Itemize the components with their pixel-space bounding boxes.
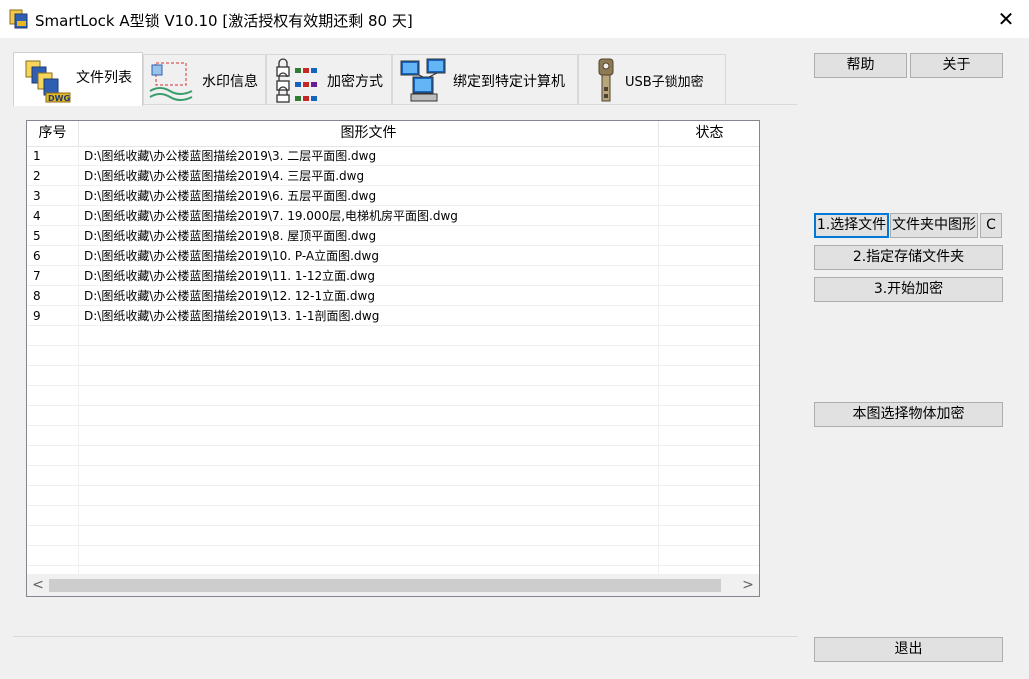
- tab-label: 文件列表: [76, 70, 132, 86]
- empty-row: [27, 486, 759, 506]
- tab-strip: DWG 文件列表 水印信息 加密方式 绑定到特定计算机 USB子锁加密: [13, 52, 798, 106]
- row-index: 8: [33, 289, 41, 303]
- empty-row: [27, 466, 759, 486]
- row-file-path: D:\图纸收藏\办公楼蓝图描绘2019\7. 19.000层,电梯机房平面图.d…: [84, 209, 458, 223]
- set-storage-folder-button[interactable]: 2.指定存储文件夹: [814, 245, 1003, 270]
- row-index: 5: [33, 229, 41, 243]
- close-icon: ✕: [997, 7, 1015, 31]
- computer-icon: [400, 58, 446, 102]
- window-title: SmartLock A型锁 V10.10 [激活授权有效期还剩 80 天]: [35, 12, 413, 30]
- c-button[interactable]: C: [980, 213, 1002, 238]
- row-status: [663, 206, 757, 226]
- empty-row: [27, 386, 759, 406]
- row-status: [663, 166, 757, 186]
- row-status: [663, 306, 757, 326]
- row-status: [663, 186, 757, 206]
- row-status: [663, 246, 757, 266]
- help-button[interactable]: 帮助: [814, 53, 907, 78]
- scroll-right-button[interactable]: >: [737, 574, 759, 596]
- table-body: 1 D:\图纸收藏\办公楼蓝图描绘2019\3. 二层平面图.dwg 2 D:\图纸收…: [27, 146, 759, 566]
- horizontal-scrollbar[interactable]: < >: [27, 574, 759, 596]
- tab-usb-lock[interactable]: USB子锁加密: [578, 54, 726, 104]
- exit-button[interactable]: 退出: [814, 637, 1003, 662]
- row-index: 4: [33, 209, 41, 223]
- table-row[interactable]: 4 D:\图纸收藏\办公楼蓝图描绘2019\7. 19.000层,电梯机房平面图.…: [27, 206, 759, 226]
- folder-graphics-button[interactable]: 文件夹中图形: [890, 213, 978, 238]
- table-row[interactable]: 5 D:\图纸收藏\办公楼蓝图描绘2019\8. 屋顶平面图.dwg: [27, 226, 759, 246]
- about-button[interactable]: 关于: [910, 53, 1003, 78]
- row-file-path: D:\图纸收藏\办公楼蓝图描绘2019\10. P-A立面图.dwg: [84, 249, 379, 263]
- row-status: [663, 266, 757, 286]
- table-row[interactable]: 6 D:\图纸收藏\办公楼蓝图描绘2019\10. P-A立面图.dwg: [27, 246, 759, 266]
- tab-label: 绑定到特定计算机: [453, 74, 565, 90]
- empty-row: [27, 446, 759, 466]
- scroll-left-button[interactable]: <: [27, 574, 49, 596]
- table-row[interactable]: 8 D:\图纸收藏\办公楼蓝图描绘2019\12. 12-1立面.dwg: [27, 286, 759, 306]
- empty-row: [27, 546, 759, 566]
- row-file-path: D:\图纸收藏\办公楼蓝图描绘2019\12. 12-1立面.dwg: [84, 289, 375, 303]
- table-row[interactable]: 2 D:\图纸收藏\办公楼蓝图描绘2019\4. 三层平面.dwg: [27, 166, 759, 186]
- empty-row: [27, 526, 759, 546]
- usb-key-icon: [598, 58, 614, 102]
- column-header-index[interactable]: 序号: [27, 121, 79, 146]
- watermark-icon: [149, 62, 193, 101]
- table-row[interactable]: 1 D:\图纸收藏\办公楼蓝图描绘2019\3. 二层平面图.dwg: [27, 146, 759, 166]
- row-file-path: D:\图纸收藏\办公楼蓝图描绘2019\6. 五层平面图.dwg: [84, 189, 377, 203]
- row-status: [663, 146, 757, 166]
- row-status: [663, 226, 757, 246]
- table-header: 序号 图形文件 状态: [27, 121, 759, 147]
- tab-encryption[interactable]: 加密方式: [266, 54, 392, 104]
- row-index: 6: [33, 249, 41, 263]
- empty-row: [27, 406, 759, 426]
- lock-icon: [276, 58, 317, 103]
- select-file-button[interactable]: 1.选择文件: [814, 213, 889, 238]
- empty-row: [27, 426, 759, 446]
- dwg-files-icon: DWG: [25, 60, 71, 103]
- empty-row: [27, 506, 759, 526]
- start-encrypt-button[interactable]: 3.开始加密: [814, 277, 1003, 302]
- title-bar: SmartLock A型锁 V10.10 [激活授权有效期还剩 80 天] ✕: [0, 0, 1029, 38]
- column-header-file[interactable]: 图形文件: [79, 121, 659, 146]
- chevron-right-icon: >: [742, 577, 754, 593]
- row-index: 1: [33, 149, 41, 163]
- column-header-status[interactable]: 状态: [659, 121, 759, 146]
- select-objects-encrypt-button[interactable]: 本图选择物体加密: [814, 402, 1003, 427]
- tab-file-list[interactable]: DWG 文件列表: [13, 52, 143, 106]
- row-index: 9: [33, 309, 41, 323]
- table-row[interactable]: 9 D:\图纸收藏\办公楼蓝图描绘2019\13. 1-1剖面图.dwg: [27, 306, 759, 326]
- row-file-path: D:\图纸收藏\办公楼蓝图描绘2019\4. 三层平面.dwg: [84, 169, 365, 183]
- tab-bind-computer[interactable]: 绑定到特定计算机: [392, 54, 578, 104]
- row-file-path: D:\图纸收藏\办公楼蓝图描绘2019\11. 1-12立面.dwg: [84, 269, 375, 283]
- empty-row: [27, 326, 759, 346]
- chevron-left-icon: <: [32, 577, 44, 593]
- row-index: 3: [33, 189, 41, 203]
- empty-row: [27, 366, 759, 386]
- tab-label: 水印信息: [202, 74, 258, 90]
- tab-label: 加密方式: [327, 74, 383, 90]
- row-index: 2: [33, 169, 41, 183]
- scrollbar-thumb[interactable]: [49, 579, 721, 592]
- svg-text:DWG: DWG: [48, 94, 70, 103]
- app-icon: [9, 9, 28, 29]
- file-list-table[interactable]: 序号 图形文件 状态 1 D:\图纸收藏\办公楼蓝图描绘2019\3. 二层平面图…: [26, 120, 760, 597]
- close-button[interactable]: ✕: [983, 0, 1029, 38]
- row-status: [663, 286, 757, 306]
- tab-label: USB子锁加密: [625, 75, 704, 90]
- row-file-path: D:\图纸收藏\办公楼蓝图描绘2019\3. 二层平面图.dwg: [84, 149, 377, 163]
- tab-watermark[interactable]: 水印信息: [143, 54, 266, 104]
- row-file-path: D:\图纸收藏\办公楼蓝图描绘2019\8. 屋顶平面图.dwg: [84, 229, 377, 243]
- table-row[interactable]: 7 D:\图纸收藏\办公楼蓝图描绘2019\11. 1-12立面.dwg: [27, 266, 759, 286]
- bottom-divider: [13, 636, 798, 637]
- table-row[interactable]: 3 D:\图纸收藏\办公楼蓝图描绘2019\6. 五层平面图.dwg: [27, 186, 759, 206]
- empty-row: [27, 346, 759, 366]
- row-file-path: D:\图纸收藏\办公楼蓝图描绘2019\13. 1-1剖面图.dwg: [84, 309, 380, 323]
- row-index: 7: [33, 269, 41, 283]
